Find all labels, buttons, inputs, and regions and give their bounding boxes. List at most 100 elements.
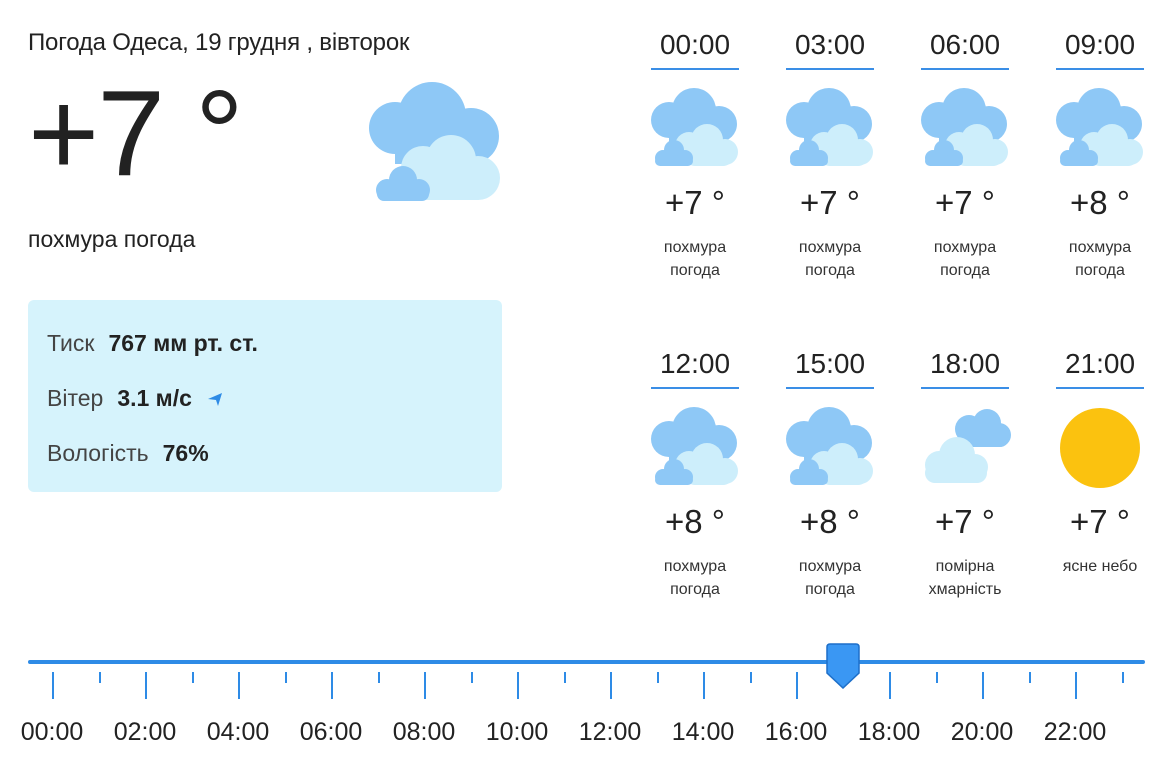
humidity-value: 76% [162, 440, 209, 466]
hour-divider [921, 387, 1009, 389]
hour-temperature: +8 ° [800, 503, 860, 540]
tick-major [796, 672, 798, 699]
hour-card[interactable]: 21:00 +7 ° ясне небо [1044, 345, 1156, 578]
hour-condition: похмура погода [774, 236, 886, 282]
wind-row: Вітер 3.1 м/с [47, 385, 224, 412]
hour-condition: ясне небо [1044, 555, 1156, 578]
timeline-label: 14:00 [671, 718, 735, 746]
overcast-icon [921, 88, 1008, 166]
pressure-value: 767 мм рт. ст. [108, 330, 258, 356]
hour-condition-line1: ясне небо [1062, 558, 1138, 575]
hour-condition-line1: похмура [663, 558, 727, 575]
hour-condition-line2: погода [1075, 262, 1125, 279]
tick-major [52, 672, 54, 699]
hour-time: 00:00 [659, 29, 731, 60]
timeline-ticks [0, 664, 1165, 704]
tick-major [703, 672, 705, 699]
hour-card[interactable]: 15:00 +8 ° похмура погода [774, 345, 886, 601]
overcast-icon [786, 407, 873, 485]
hour-condition: похмура погода [909, 236, 1021, 282]
tick-major [238, 672, 240, 699]
tick-major [145, 672, 147, 699]
page-title: Погода Одеса, 19 грудня , вівторок [28, 29, 410, 56]
hour-condition: похмура погода [639, 236, 751, 282]
tick-minor [935, 672, 938, 683]
hour-temperature: +7 ° [935, 184, 995, 221]
hour-temperature: +7 ° [800, 184, 860, 221]
hour-time: 06:00 [929, 29, 1001, 60]
timeline-label: 16:00 [764, 718, 828, 746]
hour-time: 15:00 [794, 348, 866, 379]
tick-minor [284, 672, 287, 683]
hour-condition-line2: погода [670, 581, 720, 598]
weather-details-panel: Тиск 767 мм рт. ст. Вітер 3.1 м/с Вологі… [28, 300, 502, 492]
hour-condition-line1: похмура [1068, 239, 1132, 256]
hour-condition-line2: погода [670, 262, 720, 279]
hour-card[interactable]: 12:00 +8 ° похмура погода [639, 345, 751, 601]
tick-minor [98, 672, 101, 683]
timeline-label: 04:00 [206, 718, 270, 746]
hour-divider [1056, 68, 1144, 70]
sun-icon [1060, 408, 1140, 488]
hour-card[interactable]: 18:00 +7 ° помірна хмарність [909, 345, 1021, 601]
hour-card[interactable]: 00:00 +7 ° похмура погода [639, 26, 751, 282]
tick-major [610, 672, 612, 699]
hour-card[interactable]: 09:00 +8 ° похмура погода [1044, 26, 1156, 282]
wind-direction-arrow-icon [207, 392, 222, 406]
hour-condition-line2: погода [805, 262, 855, 279]
timeline-label: 02:00 [113, 718, 177, 746]
hour-time: 12:00 [659, 348, 731, 379]
hour-condition-line2: хмарність [928, 581, 1002, 598]
hour-condition-line2: погода [940, 262, 990, 279]
hour-condition: похмура погода [1044, 236, 1156, 282]
hour-card[interactable]: 03:00 +7 ° похмура погода [774, 26, 886, 282]
timeline-label: 18:00 [857, 718, 921, 746]
tick-major [982, 672, 984, 699]
humidity-row: Вологість 76% [47, 440, 209, 467]
hour-condition: похмура погода [774, 555, 886, 601]
hour-divider [1056, 387, 1144, 389]
overcast-icon [651, 407, 738, 485]
hour-temperature: +8 ° [1070, 184, 1130, 221]
timeline-handle[interactable] [825, 643, 860, 689]
wind-value: 3.1 м/с [117, 385, 192, 411]
hour-divider [651, 68, 739, 70]
hour-condition-line1: похмура [798, 558, 862, 575]
tick-minor [656, 672, 659, 683]
hour-condition: помірна хмарність [909, 555, 1021, 601]
hour-time: 18:00 [929, 348, 1001, 379]
timeline-label: 06:00 [299, 718, 363, 746]
timeline-label: 12:00 [578, 718, 642, 746]
hour-condition: похмура погода [639, 555, 751, 601]
tick-minor [563, 672, 566, 683]
timeline-label: 10:00 [485, 718, 549, 746]
hour-condition-line1: похмура [663, 239, 727, 256]
hour-card[interactable]: 06:00 +7 ° похмура погода [909, 26, 1021, 282]
hour-temperature: +7 ° [1070, 503, 1130, 540]
tick-minor [377, 672, 380, 683]
hour-temperature: +7 ° [935, 503, 995, 540]
pressure-label: Тиск [47, 330, 95, 356]
overcast-icon [1056, 88, 1143, 166]
tick-major [889, 672, 891, 699]
cloudy-icon [369, 82, 500, 201]
hour-condition-line1: помірна [935, 558, 995, 575]
overcast-icon [786, 88, 873, 166]
hour-condition-line1: похмура [933, 239, 997, 256]
tick-major [517, 672, 519, 699]
partly-cloudy-icon [925, 409, 1011, 483]
timeline-label: 20:00 [950, 718, 1014, 746]
hour-time: 03:00 [794, 29, 866, 60]
hour-time: 09:00 [1064, 29, 1136, 60]
timeline-label: 22:00 [1043, 718, 1107, 746]
humidity-label: Вологість [47, 440, 149, 466]
current-condition: похмура погода [28, 226, 196, 252]
hour-time: 21:00 [1064, 348, 1136, 379]
pressure-row: Тиск 767 мм рт. ст. [47, 330, 258, 357]
tick-major [424, 672, 426, 699]
tick-major [331, 672, 333, 699]
tick-minor [749, 672, 752, 683]
tick-minor [1028, 672, 1031, 683]
tick-minor [1121, 672, 1124, 683]
tick-minor [191, 672, 194, 683]
